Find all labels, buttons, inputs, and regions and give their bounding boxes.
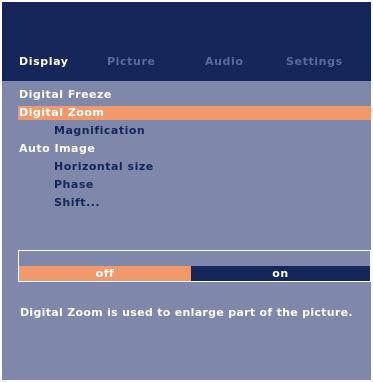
option-on[interactable]: on (191, 266, 370, 281)
tab-picture[interactable]: Picture (107, 55, 156, 68)
menu-item-digital-zoom[interactable]: Digital Zoom (18, 106, 371, 120)
menu-item-magnification[interactable]: Magnification (54, 124, 145, 138)
menu-item-shift[interactable]: Shift... (54, 196, 100, 210)
help-text: Digital Zoom is used to enlarge part of … (20, 306, 353, 319)
osd-header-bar: Display Picture Audio Settings (2, 2, 371, 81)
menu-item-phase[interactable]: Phase (54, 178, 94, 192)
tab-settings[interactable]: Settings (286, 55, 343, 68)
option-off[interactable]: off (19, 266, 191, 281)
selector-empty-row (19, 251, 370, 266)
osd-menu-panel: Display Picture Audio Settings Digital F… (2, 2, 371, 380)
tab-bar: Display Picture Audio Settings (2, 55, 371, 71)
tab-audio[interactable]: Audio (205, 55, 244, 68)
menu-item-horizontal-size[interactable]: Horizontal size (54, 160, 154, 174)
on-off-selector: off on (18, 250, 371, 282)
menu-item-auto-image[interactable]: Auto Image (19, 142, 95, 156)
menu-item-digital-freeze[interactable]: Digital Freeze (19, 88, 112, 102)
tab-display[interactable]: Display (19, 55, 69, 68)
